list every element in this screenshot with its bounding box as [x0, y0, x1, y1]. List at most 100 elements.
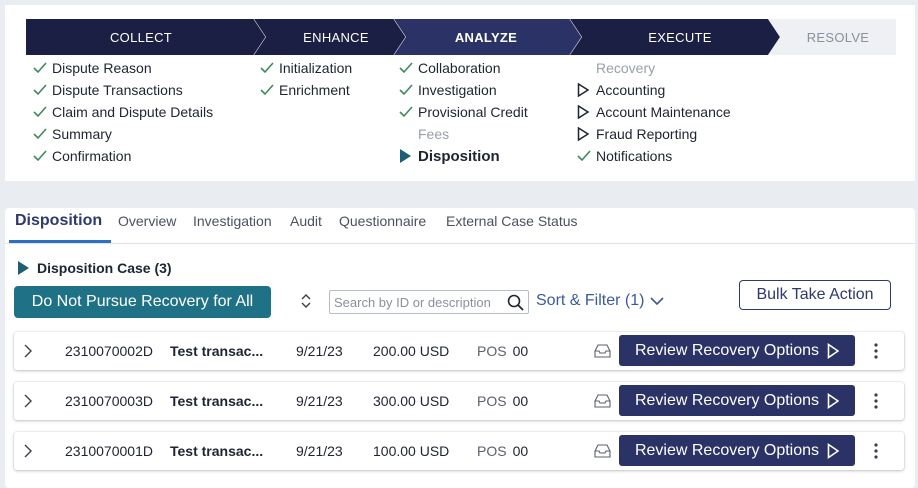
- step-label: Investigation: [418, 82, 497, 98]
- button-label: Review Recovery Options: [634, 391, 820, 409]
- execute-steps: Recovery Accounting Account Maintenance …: [577, 57, 731, 167]
- pos-label: POS: [477, 393, 507, 409]
- sort-filter-button[interactable]: Sort & Filter (1): [536, 292, 665, 310]
- step-dispute-reason[interactable]: Dispute Reason: [33, 57, 213, 79]
- more-vertical-icon[interactable]: [874, 332, 878, 370]
- review-recovery-options-button[interactable]: Review Recovery Options: [619, 385, 855, 416]
- pos-label: POS: [477, 343, 507, 359]
- disposition-case-header[interactable]: Disposition Case (3): [18, 260, 172, 276]
- review-recovery-options-button[interactable]: Review Recovery Options: [619, 435, 855, 466]
- table-row[interactable]: 2310070001D Test transac... 9/21/23 100.…: [14, 432, 904, 470]
- step-recovery: Recovery: [577, 57, 731, 79]
- step-investigation[interactable]: Investigation: [399, 79, 528, 101]
- step-fraud-reporting[interactable]: Fraud Reporting: [577, 123, 731, 145]
- review-recovery-options-button[interactable]: Review Recovery Options: [619, 335, 855, 366]
- stage-label: ANALYZE: [454, 29, 518, 45]
- case-date: 9/21/23: [296, 343, 343, 359]
- do-not-pursue-all-button[interactable]: Do Not Pursue Recovery for All: [14, 286, 271, 318]
- search-icon[interactable]: [507, 294, 524, 316]
- search-input[interactable]: [330, 291, 502, 313]
- check-icon: [399, 106, 418, 118]
- step-claim-details[interactable]: Claim and Dispute Details: [33, 101, 213, 123]
- more-vertical-icon[interactable]: [874, 382, 878, 420]
- check-icon: [260, 84, 279, 96]
- collect-steps: Dispute Reason Dispute Transactions Clai…: [33, 57, 213, 167]
- pos-info: POS 00: [477, 382, 528, 420]
- step-enrichment[interactable]: Enrichment: [260, 79, 352, 101]
- search-field[interactable]: [329, 290, 529, 314]
- inbox-icon[interactable]: [594, 382, 611, 420]
- step-fees: Fees: [399, 123, 528, 145]
- case-id: 2310070003D: [65, 393, 153, 409]
- step-notifications[interactable]: Notifications: [577, 145, 731, 167]
- stage-bar: COLLECT ENHANCE ANALYZE EXECUTE RESOLVE: [26, 19, 896, 55]
- tab-questionnaire[interactable]: Questionnaire: [339, 213, 426, 229]
- step-collaboration[interactable]: Collaboration: [399, 57, 528, 79]
- step-account-maintenance[interactable]: Account Maintenance: [577, 101, 731, 123]
- check-icon: [33, 84, 52, 96]
- chevron-right-icon[interactable]: [24, 432, 32, 470]
- step-summary[interactable]: Summary: [33, 123, 213, 145]
- step-initialization[interactable]: Initialization: [260, 57, 352, 79]
- stage-resolve[interactable]: RESOLVE: [768, 19, 896, 55]
- outline-play-icon: [827, 342, 840, 359]
- case-description: Test transac...: [170, 393, 264, 409]
- pos-label: POS: [477, 443, 507, 459]
- outline-play-icon: [577, 105, 596, 119]
- check-icon: [260, 62, 279, 74]
- case-amount: 300.00 USD: [373, 393, 450, 409]
- tab-audit[interactable]: Audit: [290, 213, 322, 229]
- case-amount: 100.00 USD: [373, 443, 450, 459]
- step-label: Dispute Transactions: [52, 82, 183, 98]
- button-label: Review Recovery Options: [634, 441, 820, 459]
- tab-external-case-status[interactable]: External Case Status: [446, 213, 578, 229]
- step-dispute-transactions[interactable]: Dispute Transactions: [33, 79, 213, 101]
- stage-label: RESOLVE: [806, 29, 870, 45]
- case-amount: 200.00 USD: [373, 343, 450, 359]
- sort-icon[interactable]: [301, 293, 311, 314]
- pos-value: 00: [512, 393, 529, 409]
- case-description: Test transac...: [170, 343, 264, 359]
- analyze-steps: Collaboration Investigation Provisional …: [399, 57, 528, 167]
- step-label: Initialization: [279, 60, 353, 76]
- step-label: Provisional Credit: [418, 104, 528, 120]
- tab-bar: Disposition Overview Investigation Audit…: [5, 208, 915, 244]
- case-description: Test transac...: [170, 443, 264, 459]
- step-accounting[interactable]: Accounting: [577, 79, 731, 101]
- outline-play-icon: [577, 127, 596, 141]
- main-panel: Disposition Overview Investigation Audit…: [5, 208, 915, 488]
- stage-enhance[interactable]: ENHANCE: [254, 19, 406, 55]
- bulk-take-action-button[interactable]: Bulk Take Action: [739, 280, 891, 310]
- case-id: 2310070002D: [65, 343, 153, 359]
- inbox-icon[interactable]: [594, 432, 611, 470]
- chevron-right-icon[interactable]: [24, 332, 32, 370]
- step-label: Enrichment: [279, 82, 350, 98]
- tab-disposition[interactable]: Disposition: [15, 212, 102, 230]
- step-label: Fraud Reporting: [596, 126, 698, 142]
- step-provisional-credit[interactable]: Provisional Credit: [399, 101, 528, 123]
- table-row[interactable]: 2310070003D Test transac... 9/21/23 300.…: [14, 382, 904, 420]
- outline-play-icon: [577, 83, 596, 97]
- tab-overview[interactable]: Overview: [118, 213, 176, 229]
- step-confirmation[interactable]: Confirmation: [33, 145, 213, 167]
- step-label: Notifications: [596, 148, 673, 164]
- stage-analyze[interactable]: ANALYZE: [394, 19, 584, 55]
- check-icon: [577, 150, 596, 162]
- inbox-icon[interactable]: [594, 332, 611, 370]
- step-disposition[interactable]: Disposition: [399, 145, 528, 167]
- pos-value: 00: [512, 443, 529, 459]
- stage-collect[interactable]: COLLECT: [26, 19, 266, 55]
- more-vertical-icon[interactable]: [874, 432, 878, 470]
- step-label: Dispute Reason: [52, 60, 152, 76]
- tab-investigation[interactable]: Investigation: [193, 213, 272, 229]
- check-icon: [33, 150, 52, 162]
- case-id: 2310070001D: [65, 443, 153, 459]
- sort-filter-label: Sort & Filter (1): [536, 292, 645, 309]
- check-icon: [399, 62, 418, 74]
- pos-info: POS 00: [477, 332, 528, 370]
- stage-execute[interactable]: EXECUTE: [570, 19, 782, 55]
- check-icon: [399, 84, 418, 96]
- check-icon: [33, 106, 52, 118]
- table-row[interactable]: 2310070002D Test transac... 9/21/23 200.…: [14, 332, 904, 370]
- chevron-right-icon[interactable]: [24, 382, 32, 420]
